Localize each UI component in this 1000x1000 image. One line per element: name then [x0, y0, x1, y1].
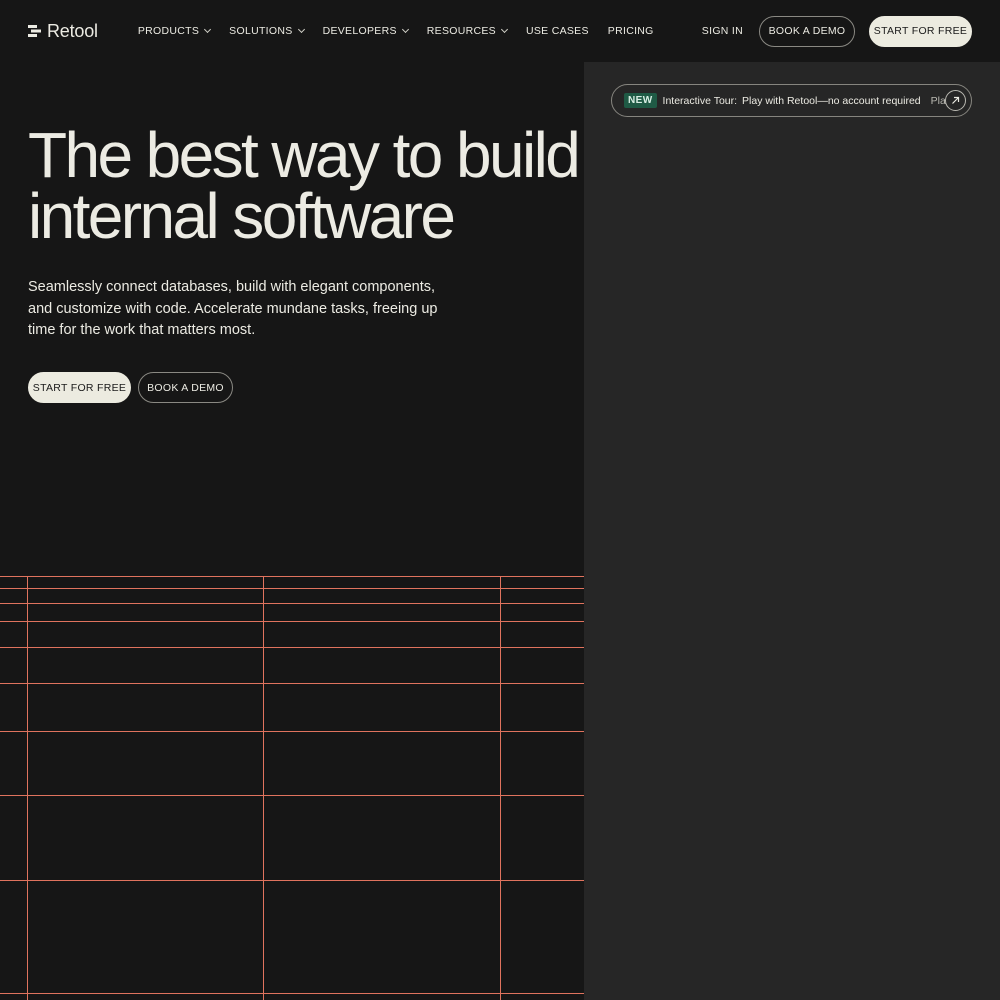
book-demo-button[interactable]: BOOK A DEMO: [759, 15, 855, 47]
hero-ctas: START FOR FREE BOOK A DEMO: [28, 372, 233, 403]
nav-item-label: SOLUTIONS: [229, 25, 293, 37]
retool-logo-icon: [28, 25, 41, 37]
nav-item-products[interactable]: PRODUCTS: [137, 25, 212, 37]
chevron-down-icon: [500, 25, 509, 34]
nav-actions: SIGN IN BOOK A DEMO START FOR FREE: [702, 15, 972, 47]
arrow-up-right-glyph: [952, 96, 960, 104]
hero-book-demo-button[interactable]: BOOK A DEMO: [138, 372, 233, 403]
new-badge: NEW: [624, 93, 657, 108]
tour-label: Interactive Tour:: [662, 94, 738, 107]
hero-start-free-button[interactable]: START FOR FREE: [28, 372, 131, 403]
retool-logo[interactable]: Retool: [28, 21, 98, 42]
nav-item-label: PRODUCTS: [137, 25, 200, 37]
nav-item-label: RESOURCES: [426, 25, 496, 37]
nav-item-label: USE CASES: [525, 25, 589, 37]
hero: The best way to build internal software: [28, 119, 588, 252]
nav-links: PRODUCTS SOLUTIONS DEVELOPERS RESOURCES …: [138, 25, 654, 37]
headline-line-1: The best way to build: [28, 119, 581, 191]
arrow-up-right-icon[interactable]: [945, 90, 966, 111]
product-preview-panel: NEW Interactive Tour: Play with Retool—n…: [584, 62, 1000, 1000]
decorative-grid: [0, 576, 584, 1000]
nav-item-label: PRICING: [607, 25, 654, 37]
nav-item-developers[interactable]: DEVELOPERS: [322, 25, 409, 37]
sign-in-link[interactable]: SIGN IN: [702, 25, 743, 37]
hero-headline: The best way to build internal software: [28, 119, 588, 252]
tour-text-repeat: Pla: [930, 94, 946, 107]
interactive-tour-banner[interactable]: NEW Interactive Tour: Play with Retool—n…: [611, 84, 972, 117]
top-nav: Retool PRODUCTS SOLUTIONS DEVELOPERS RES…: [0, 0, 1000, 62]
brand-name: Retool: [47, 20, 98, 41]
tour-text: Play with Retool—no account required: [742, 94, 921, 107]
nav-item-use-cases[interactable]: USE CASES: [526, 25, 589, 37]
headline-line-2: internal software: [28, 180, 456, 252]
nav-item-solutions[interactable]: SOLUTIONS: [229, 25, 305, 37]
page: Retool PRODUCTS SOLUTIONS DEVELOPERS RES…: [0, 0, 1000, 1000]
nav-item-pricing[interactable]: PRICING: [608, 25, 654, 37]
chevron-down-icon: [204, 25, 212, 34]
nav-item-resources[interactable]: RESOURCES: [426, 25, 509, 37]
hero-subtext: Seamlessly connect databases, build with…: [28, 279, 438, 338]
chevron-down-icon: [401, 25, 409, 34]
nav-item-label: DEVELOPERS: [322, 25, 397, 37]
chevron-down-icon: [297, 25, 305, 34]
start-free-button[interactable]: START FOR FREE: [869, 15, 972, 47]
